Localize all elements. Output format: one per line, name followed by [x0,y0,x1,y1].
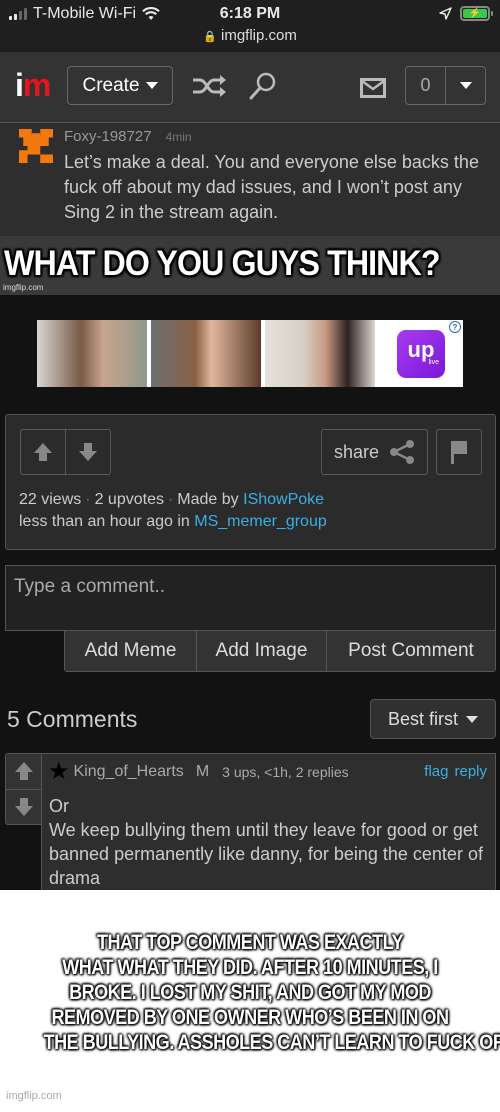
embedded-comment-text: Let’s make a deal. You and everyone else… [64,152,479,222]
add-meme-button[interactable]: Add Meme [65,631,196,671]
ad-photo [37,320,147,387]
ad-photo [265,320,375,387]
share-icon [390,440,415,464]
clock: 6:18 PM [219,5,281,22]
bottom-watermark: imgflip.com [6,1090,62,1102]
comment-text-line: We keep bullying them until they leave f… [49,820,483,888]
create-button[interactable]: Create [67,66,173,105]
status-icons: ⚡ [439,6,493,21]
caption-line: THAT TOP COMMENT WAS EXACTLY [97,931,403,954]
status-bar: T-Mobile Wi-Fi 6:18 PM 🔒 imgflip.com ⚡ [0,0,500,52]
post-stats: 22 views · 2 upvotes · Made by IShowPoke [19,491,324,509]
caret-down-icon [459,82,472,89]
arrow-down-icon [79,443,97,461]
comment-actions-links: flag reply [424,763,487,780]
search-icon[interactable] [248,71,278,101]
sort-dropdown[interactable]: Best first [370,699,496,739]
view-count: 22 views [19,491,82,508]
separator: · [167,491,174,508]
caption-panel: THAT TOP COMMENT WAS EXACTLY WHAT WHAT T… [0,890,500,1112]
embedded-comment-header: Foxy-198727 4min [64,128,192,145]
caret-down-icon [466,715,478,723]
stream-link[interactable]: MS_memer_group [194,513,327,530]
comments-count: 5 Comments [7,706,138,732]
comment-text: Or We keep bullying them until they leav… [49,794,489,890]
comment-meta: 3 ups, <1h, 2 replies [222,764,349,780]
made-by-label: Made by [177,491,239,508]
comment-flag-link[interactable]: flag [424,763,448,780]
comment-reply-link[interactable]: reply [454,763,487,780]
meme-caption: WHAT DO YOU GUYS THINK? [4,244,441,283]
post-time: less than an hour ago in MS_memer_group [19,513,327,531]
ad-photo [151,320,261,387]
uplive-logo-icon: up live [397,329,445,378]
imgflip-logo[interactable]: im [15,67,51,103]
comment: ★ King_of_Hearts M 3 ups, <1h, 2 replies… [41,753,496,890]
share-button[interactable]: share [321,429,428,475]
pixel-avatar-icon [19,129,53,163]
comment-username[interactable]: King_of_Hearts [74,763,184,781]
caption-line: BROKE. I LOST MY SHIT, AND GOT MY MOD [69,981,431,1004]
downvote-button[interactable] [65,430,110,474]
comment-vote-buttons [5,753,42,825]
star-icon: ★ [48,758,70,785]
lock-icon: 🔒 [203,31,217,43]
battery-icon: ⚡ [460,6,493,21]
comment-input[interactable] [5,565,496,631]
notifications-menu[interactable]: 0 [405,66,486,105]
advertisement-banner[interactable]: up live ? [37,320,463,387]
create-label: Create [82,74,140,96]
ad-logo-area: up live ? [379,320,463,387]
upvote-count: 2 upvotes [94,491,164,508]
caption-line: REMOVED BY ONE OWNER WHO’S BEEN IN ON [51,1006,450,1029]
post-comment-button[interactable]: Post Comment [326,631,495,671]
embedded-comment-username: Foxy-198727 [64,128,152,145]
caption-line: WHAT WHAT THEY DID. AFTER 10 MINUTES, I [62,956,438,979]
arrow-up-icon [34,443,52,461]
comment-header: ★ King_of_Hearts M 3 ups, <1h, 2 replies [48,760,349,784]
url-text: imgflip.com [221,27,297,44]
ad-info-icon[interactable]: ? [449,321,461,333]
logo-i: i [15,67,24,103]
comment-actions: Add Meme Add Image Post Comment [64,631,496,672]
vote-buttons [20,429,111,475]
arrow-up-icon [15,762,33,781]
site-nav: im Create 0 [0,52,500,123]
mail-icon[interactable] [360,78,386,98]
logo-m: m [22,67,51,103]
upvote-button[interactable] [21,430,65,474]
flag-icon [451,441,467,464]
user-menu-dropdown[interactable] [446,67,485,104]
share-label: share [333,441,380,462]
embedded-comment-time: 4min [165,130,192,144]
ad-brand: up [407,337,435,363]
sort-label: Best first [387,708,458,729]
flag-button[interactable] [436,429,482,475]
charging-bolt-icon: ⚡ [463,8,487,18]
caret-down-icon [145,82,158,89]
author-link[interactable]: IShowPoke [243,491,324,508]
notification-count[interactable]: 0 [406,67,446,104]
add-image-button[interactable]: Add Image [196,631,326,671]
shuffle-icon[interactable] [191,74,227,98]
comment-upvote-button[interactable] [6,754,42,789]
post-info-panel: share 22 views · 2 upvotes · Made by IShowPo… [5,414,496,550]
arrow-down-icon [15,797,33,816]
post-time-text: less than an hour ago in [19,513,190,530]
address-bar[interactable]: 🔒 imgflip.com [0,27,500,44]
location-icon [439,7,452,20]
separator: · [85,491,91,508]
caption-line: THE BULLYING. ASSHOLES CAN’T LEARN TO FU… [43,1031,500,1054]
comment-text-line: Or [49,796,69,816]
meme-watermark: imgflip.com [3,283,44,292]
bottom-caption: THAT TOP COMMENT WAS EXACTLY WHAT WHAT T… [10,930,500,1055]
comment-downvote-button[interactable] [6,788,42,825]
meme-image: Foxy-198727 4min Let’s make a deal. You a… [0,123,500,295]
mod-badge: M [195,763,210,780]
ad-brand-sub: live [428,359,439,367]
